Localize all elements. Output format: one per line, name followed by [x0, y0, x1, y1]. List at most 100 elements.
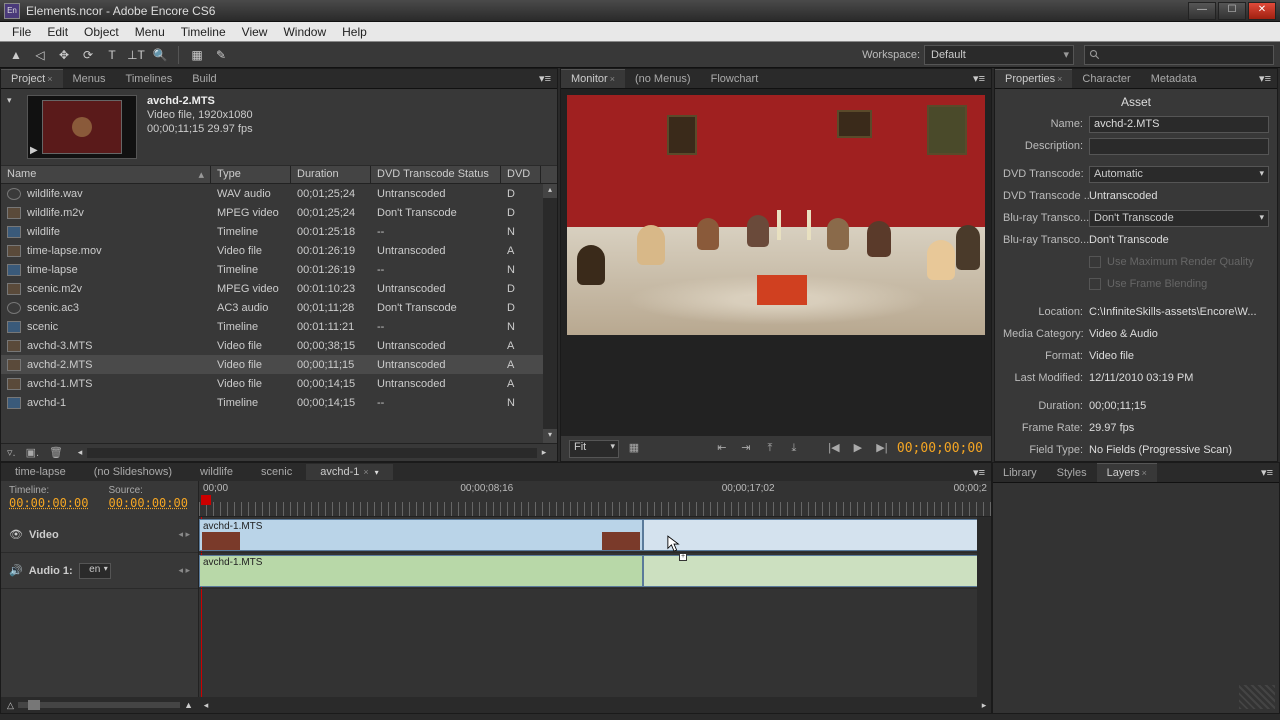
- col-dvd-status[interactable]: DVD Transcode Status: [371, 166, 501, 183]
- minimize-button[interactable]: —: [1188, 2, 1216, 20]
- language-dropdown[interactable]: en: [79, 563, 111, 579]
- menu-object[interactable]: Object: [76, 23, 127, 41]
- panel-menu-icon[interactable]: ▾≡: [533, 72, 557, 85]
- column-headers[interactable]: Name Type Duration DVD Transcode Status …: [1, 166, 557, 184]
- close-icon[interactable]: ×: [363, 467, 368, 477]
- route-right-icon[interactable]: ⇥: [737, 440, 755, 458]
- col-dvd[interactable]: DVD: [501, 166, 541, 183]
- filter-icon[interactable]: ▿.: [7, 446, 16, 459]
- col-type[interactable]: Type: [211, 166, 291, 183]
- menu-help[interactable]: Help: [334, 23, 375, 41]
- scroll-right-icon[interactable]: ▸: [977, 700, 991, 711]
- video-clip-empty[interactable]: [643, 519, 984, 551]
- table-row[interactable]: scenic.m2vMPEG video00:01:10:23Untransco…: [1, 279, 557, 298]
- source-timecode[interactable]: 00:00:00:00: [108, 496, 187, 510]
- tab-build[interactable]: Build: [182, 70, 226, 88]
- trash-icon[interactable]: 🗑: [49, 446, 63, 459]
- panel-menu-icon[interactable]: ▾≡: [967, 466, 991, 479]
- panel-menu-icon[interactable]: ▾≡: [967, 72, 991, 85]
- rotate-tool-icon[interactable]: ⟳: [78, 45, 98, 65]
- tl-tab-scenic[interactable]: scenic: [247, 464, 306, 480]
- menu-window[interactable]: Window: [275, 23, 334, 41]
- tl-tab-time-lapse[interactable]: time-lapse: [1, 464, 80, 480]
- table-row[interactable]: scenicTimeline00:01:11:21--N: [1, 317, 557, 336]
- zoom-in-icon[interactable]: ▲: [184, 700, 193, 710]
- panel-menu-icon[interactable]: ▾≡: [1253, 72, 1277, 85]
- step-back-icon[interactable]: |◀: [825, 440, 843, 458]
- col-duration[interactable]: Duration: [291, 166, 371, 183]
- close-icon[interactable]: ×: [1142, 468, 1147, 478]
- tab-layers[interactable]: Layers×: [1097, 463, 1157, 482]
- table-row[interactable]: wildlife.m2vMPEG video00;01;25;24Don't T…: [1, 203, 557, 222]
- speaker-icon[interactable]: 🔊: [9, 564, 23, 577]
- table-row[interactable]: avchd-1.MTSVideo file00;00;14;15Untransc…: [1, 374, 557, 393]
- maximize-button[interactable]: ☐: [1218, 2, 1246, 20]
- tab-project[interactable]: Project×: [1, 69, 63, 88]
- monitor-timecode[interactable]: 00;00;00;00: [897, 441, 983, 456]
- table-row[interactable]: wildlifeTimeline00:01:25:18--N: [1, 222, 557, 241]
- prop-bluray-transcode-dropdown[interactable]: Don't Transcode: [1089, 210, 1269, 227]
- table-row[interactable]: time-lapseTimeline00:01:26:19--N: [1, 260, 557, 279]
- workspace-dropdown[interactable]: Default: [924, 45, 1074, 65]
- menu-file[interactable]: File: [4, 23, 39, 41]
- tl-tab-avchd-1[interactable]: avchd-1×: [306, 464, 392, 480]
- resize-grip-icon[interactable]: [1239, 685, 1275, 709]
- tab-character[interactable]: Character: [1072, 70, 1140, 88]
- tab-flowchart[interactable]: Flowchart: [701, 70, 769, 88]
- tab-styles[interactable]: Styles: [1047, 464, 1097, 482]
- menu-view[interactable]: View: [234, 23, 276, 41]
- col-name[interactable]: Name: [1, 166, 211, 183]
- scroll-left-icon[interactable]: ◂: [199, 700, 213, 711]
- scrollbar-horizontal[interactable]: ◂ ▸: [73, 447, 551, 458]
- tab-library[interactable]: Library: [993, 464, 1047, 482]
- scrollbar-horizontal[interactable]: ◂ ▸: [199, 700, 991, 711]
- prop-dvd-transcode-dropdown[interactable]: Automatic: [1089, 166, 1269, 183]
- tl-tab-wildlife[interactable]: wildlife: [186, 464, 247, 480]
- close-icon[interactable]: ×: [1057, 74, 1062, 84]
- menu-edit[interactable]: Edit: [39, 23, 76, 41]
- table-row[interactable]: scenic.ac3AC3 audio00;01;11;28Don't Tran…: [1, 298, 557, 317]
- zoom-tool-icon[interactable]: 🔍: [150, 45, 170, 65]
- route-down-icon[interactable]: ⤓: [785, 440, 803, 458]
- close-button[interactable]: ✕: [1248, 2, 1276, 20]
- scrollbar-vertical[interactable]: ▴ ▾: [543, 184, 557, 443]
- prop-name-input[interactable]: [1089, 116, 1269, 133]
- table-row[interactable]: avchd-1Timeline00;00;14;15--N: [1, 393, 557, 412]
- panel-menu-icon[interactable]: ▾≡: [1255, 466, 1279, 479]
- search-input[interactable]: [1084, 45, 1274, 65]
- preview-tool-icon[interactable]: ▦: [187, 45, 207, 65]
- tab-no-menus[interactable]: (no Menus): [625, 70, 701, 88]
- menu-timeline[interactable]: Timeline: [173, 23, 234, 41]
- edit-menu-tool-icon[interactable]: ✎: [211, 45, 231, 65]
- zoom-out-icon[interactable]: △: [7, 700, 14, 711]
- safe-area-icon[interactable]: ▦: [625, 440, 643, 458]
- table-row[interactable]: wildlife.wavWAV audio00;01;25;24Untransc…: [1, 184, 557, 203]
- table-row[interactable]: avchd-2.MTSVideo file00;00;11;15Untransc…: [1, 355, 557, 374]
- route-left-icon[interactable]: ⇤: [713, 440, 731, 458]
- tab-properties[interactable]: Properties×: [995, 69, 1072, 88]
- new-item-icon[interactable]: ▣.: [26, 446, 39, 459]
- prop-desc-input[interactable]: [1089, 138, 1269, 155]
- scroll-down-icon[interactable]: ▾: [543, 429, 557, 443]
- move-tool-icon[interactable]: ✥: [54, 45, 74, 65]
- tab-menus[interactable]: Menus: [63, 70, 116, 88]
- chevron-down-icon[interactable]: ▾: [7, 95, 12, 106]
- scroll-up-icon[interactable]: ▴: [543, 184, 557, 198]
- play-icon[interactable]: ▶: [30, 145, 38, 156]
- zoom-fit-dropdown[interactable]: Fit: [569, 440, 619, 458]
- tab-metadata[interactable]: Metadata: [1141, 70, 1207, 88]
- close-icon[interactable]: ×: [47, 74, 52, 84]
- eye-icon[interactable]: 👁: [9, 528, 23, 541]
- menu-menu[interactable]: Menu: [127, 23, 173, 41]
- video-clip[interactable]: avchd-1.MTS: [199, 519, 643, 551]
- track-lanes[interactable]: avchd-1.MTS avchd-1.MTS +: [199, 517, 991, 697]
- chevron-left-icon[interactable]: ◂ ▸: [178, 529, 190, 540]
- close-icon[interactable]: ×: [610, 74, 615, 84]
- direct-select-tool-icon[interactable]: ◁: [30, 45, 50, 65]
- tl-tab-no-slideshows[interactable]: (no Slideshows): [80, 464, 186, 480]
- table-row[interactable]: time-lapse.movVideo file00:01:26:19Untra…: [1, 241, 557, 260]
- timeline-timecode[interactable]: 00:00:00:00: [9, 496, 88, 510]
- timeline-ruler[interactable]: 00;00 00;00;08;16 00;00;17;02 00;00;2: [199, 481, 991, 517]
- vertical-text-tool-icon[interactable]: ⊥T: [126, 45, 146, 65]
- selection-tool-icon[interactable]: ▲: [6, 45, 26, 65]
